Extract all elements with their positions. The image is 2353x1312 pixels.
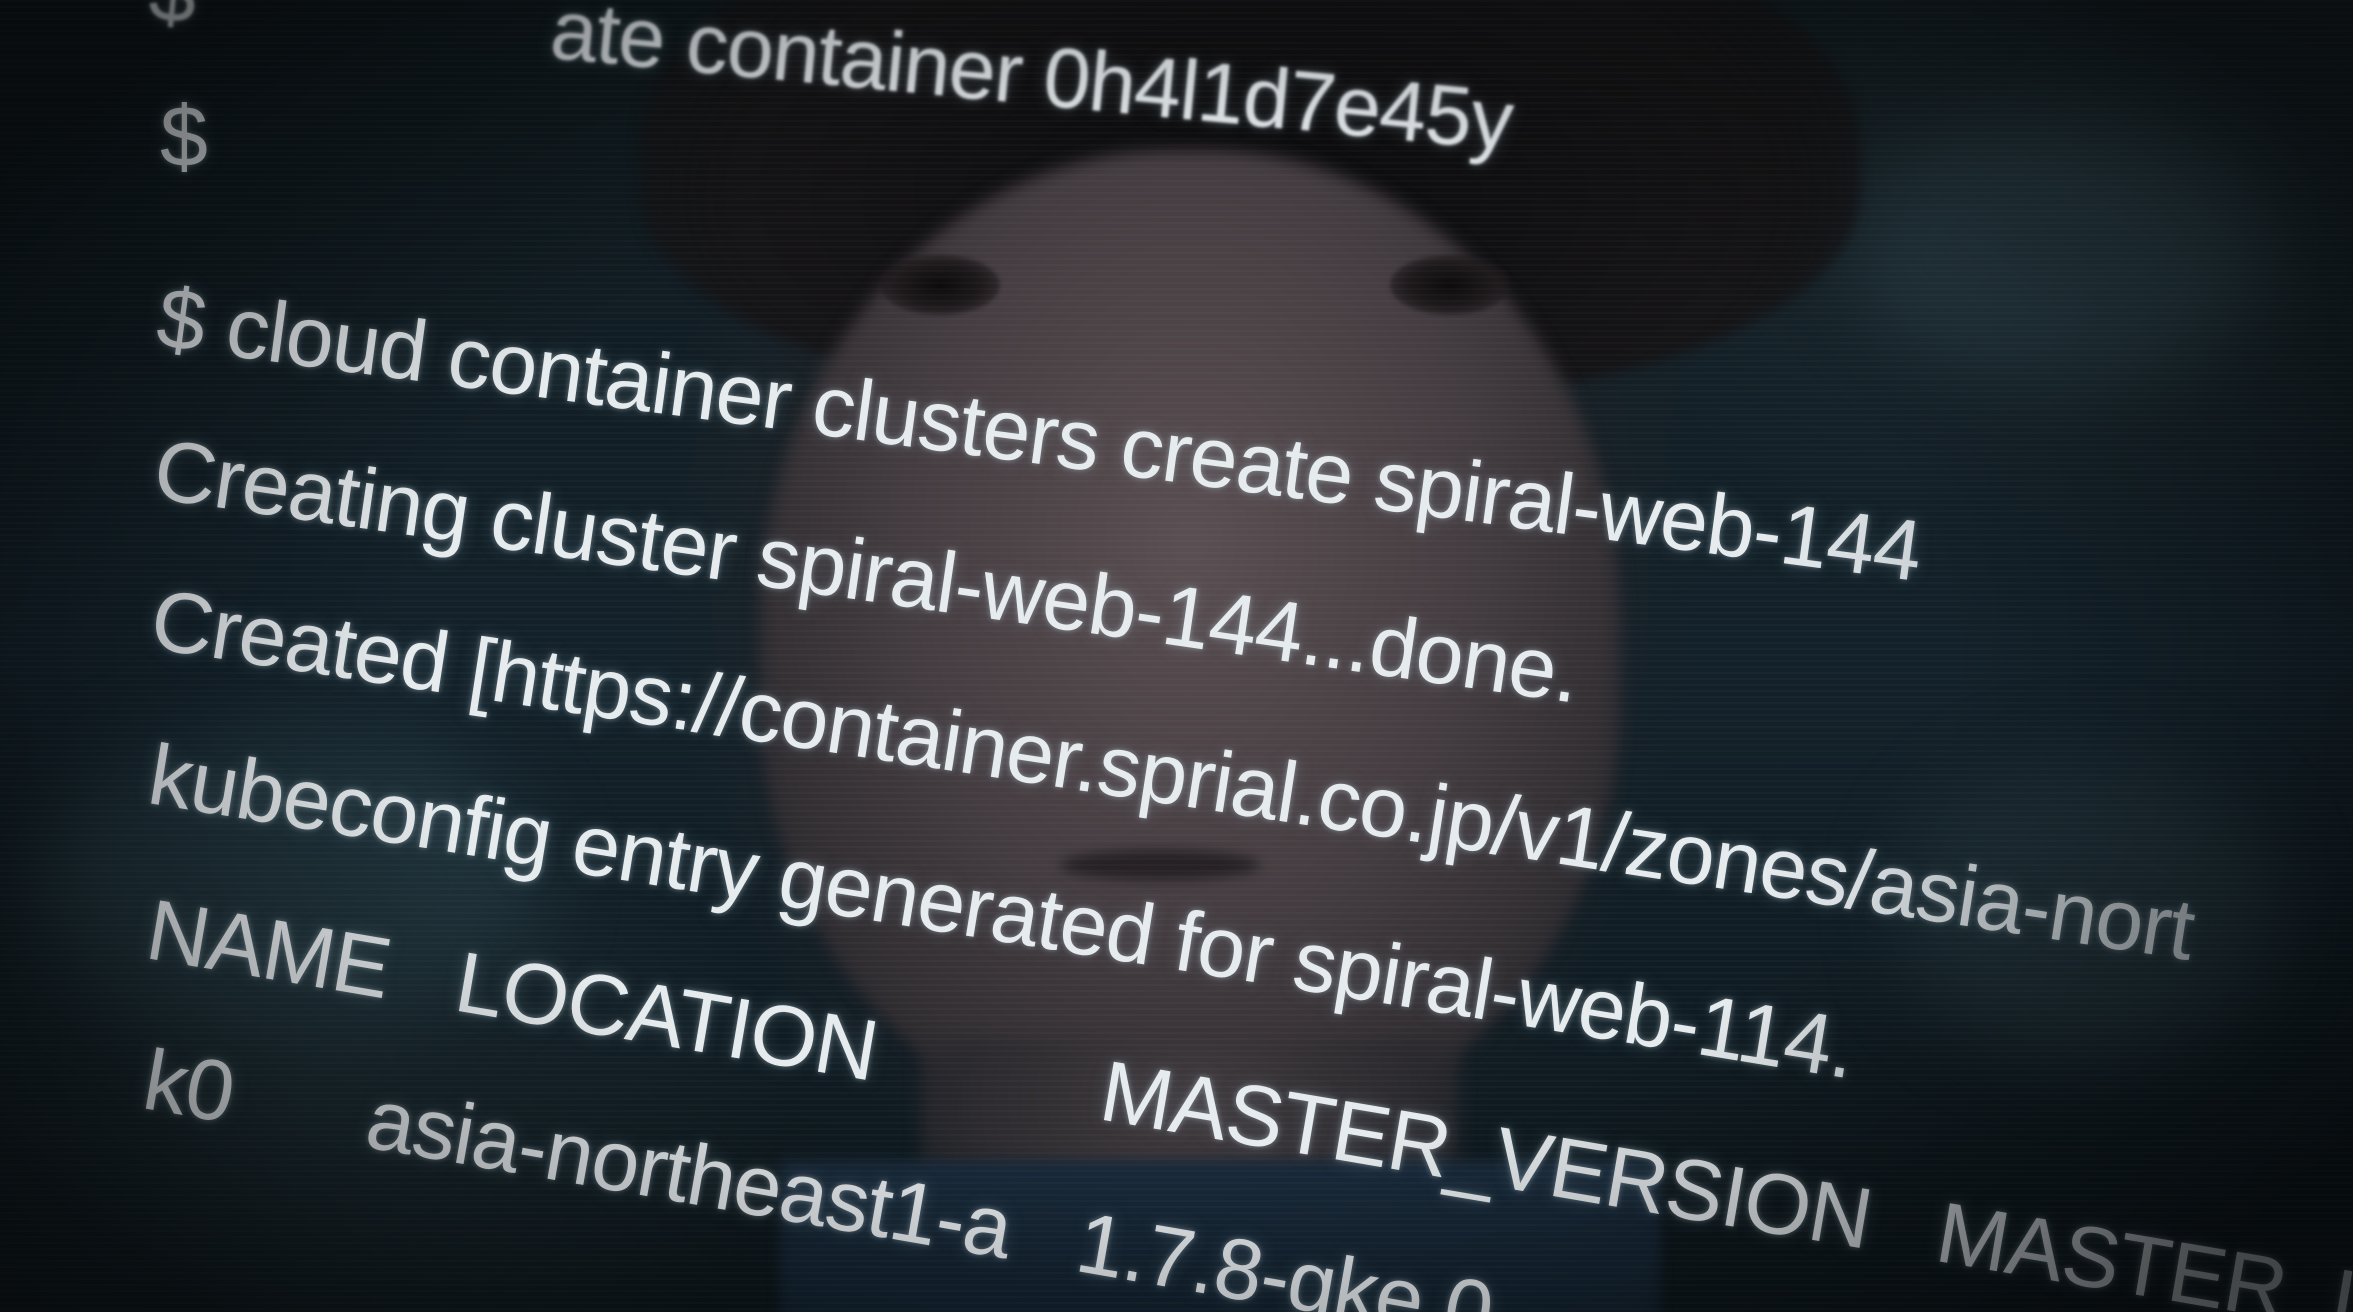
projected-terminal-output: $ ate container 0h4l1d7e45y $ $ cloud co… bbox=[0, 0, 2353, 1312]
terminal-line: $ ate container 0h4l1d7e45y bbox=[145, 0, 1517, 168]
photo-scene: $ ate container 0h4l1d7e45y $ $ cloud co… bbox=[0, 0, 2353, 1312]
terminal-line: $ bbox=[160, 89, 208, 185]
